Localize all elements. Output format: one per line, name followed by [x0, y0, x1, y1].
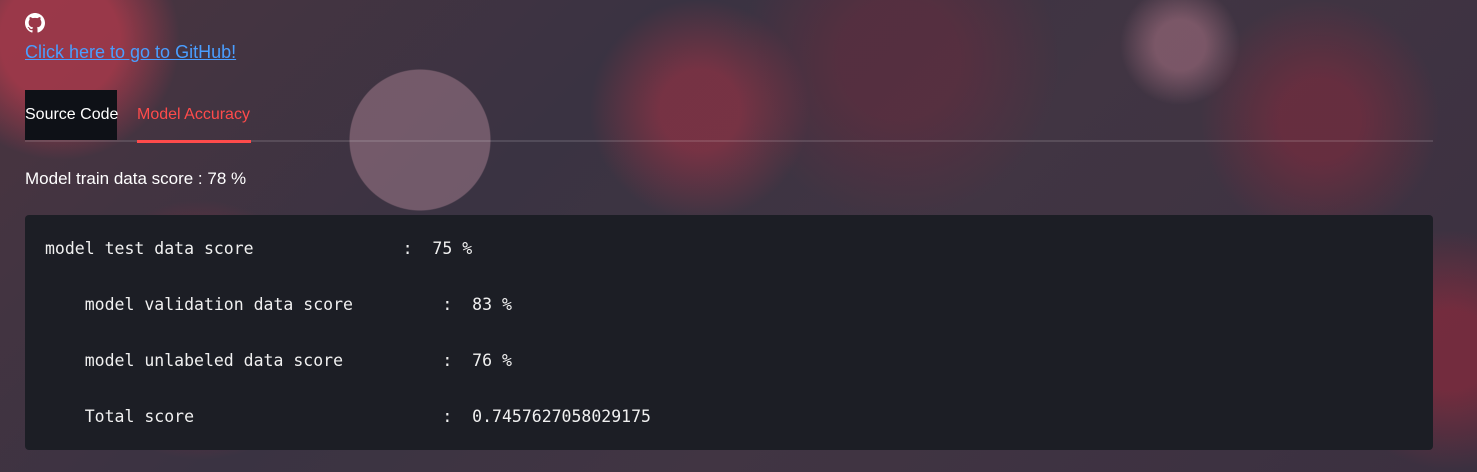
code-line-total-score: Total score : 0.7457627058029175 — [45, 407, 651, 426]
github-link[interactable]: Click here to go to GitHub! — [25, 42, 236, 63]
score-code-block: model test data score : 75 % model valid… — [25, 215, 1433, 450]
tab-bar: Source Code Model Accuracy — [25, 90, 1433, 143]
code-line-unlabeled-score: model unlabeled data score : 76 % — [45, 351, 512, 370]
code-line-test-score: model test data score : 75 % — [45, 239, 473, 258]
tab-model-accuracy[interactable]: Model Accuracy — [137, 90, 250, 140]
tab-source-code[interactable]: Source Code — [25, 90, 118, 140]
code-line-validation-score: model validation data score : 83 % — [45, 295, 512, 314]
active-tab-indicator — [137, 140, 251, 143]
train-score-text: Model train data score : 78 % — [25, 169, 247, 188]
github-icon[interactable] — [25, 13, 45, 33]
